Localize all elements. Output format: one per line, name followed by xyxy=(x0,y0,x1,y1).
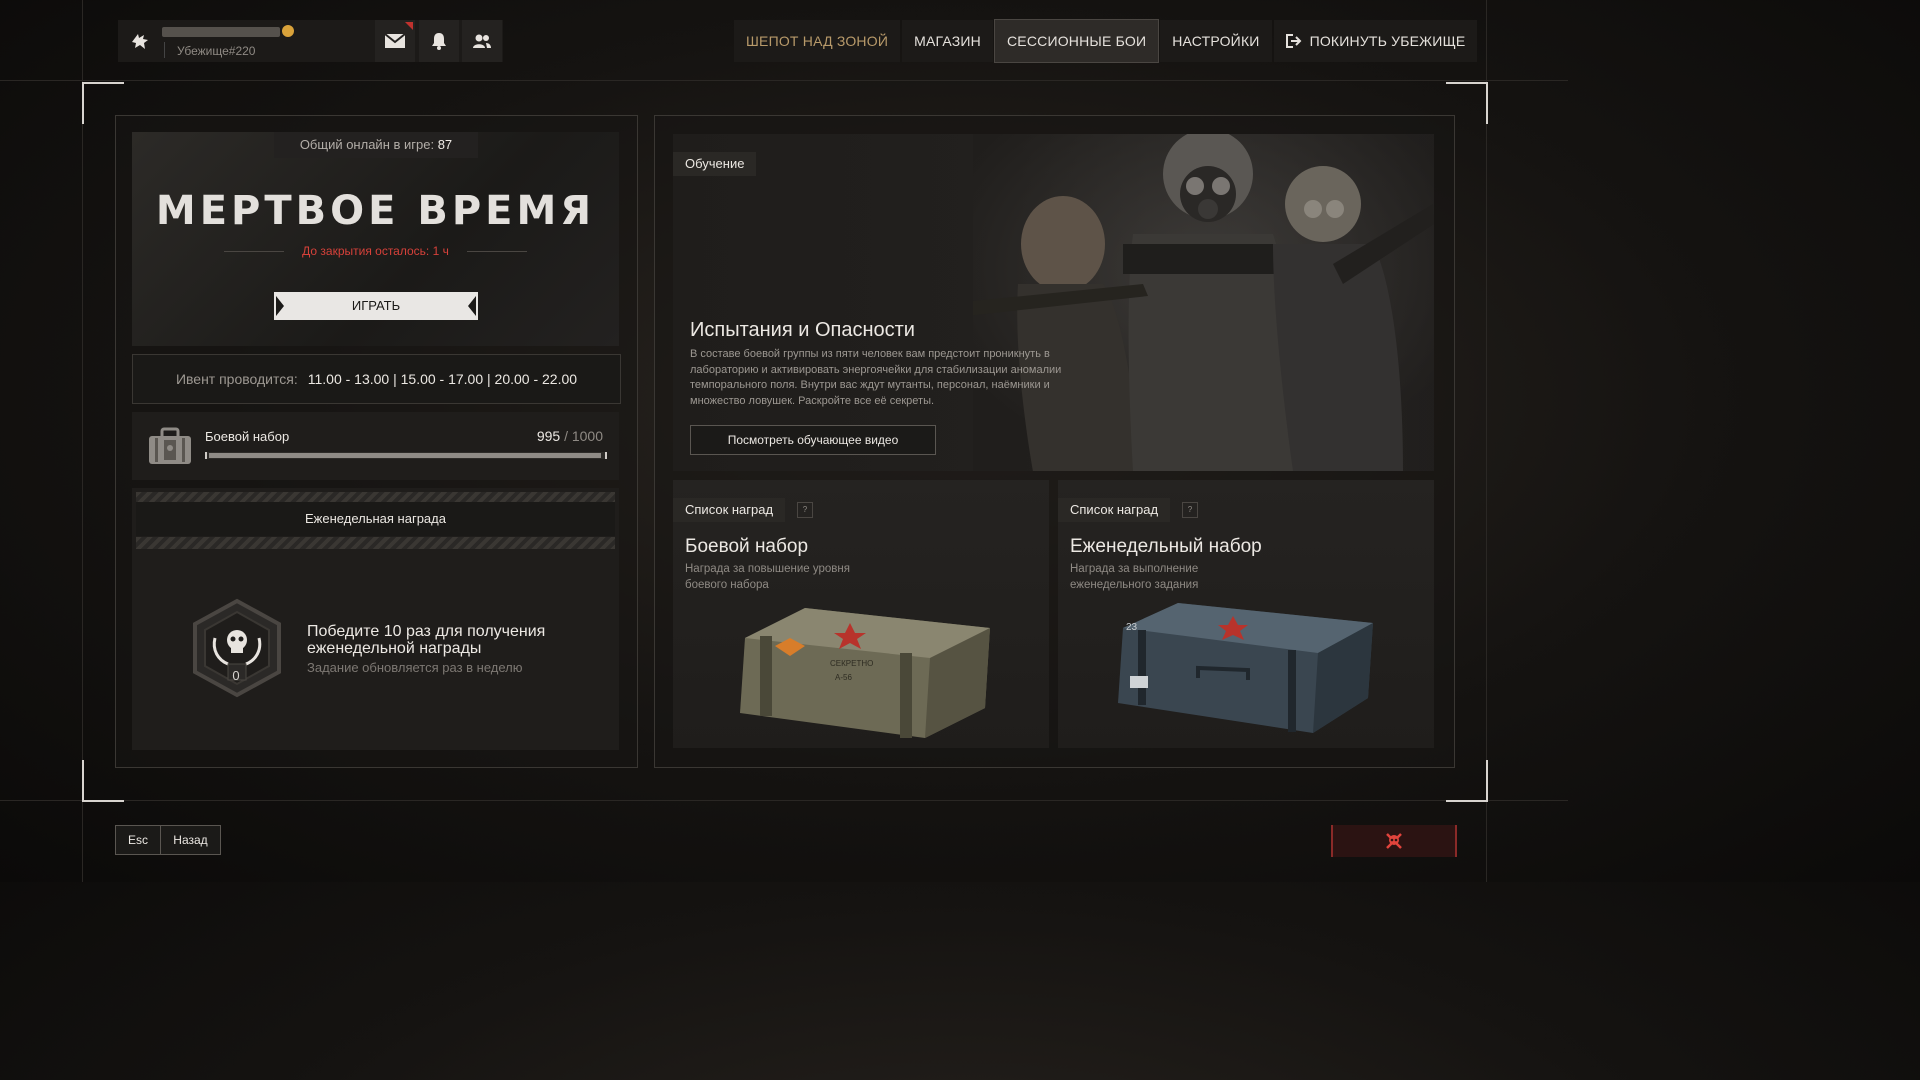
crate-code: А-56 xyxy=(835,673,852,682)
right-divider xyxy=(1486,0,1487,882)
reward-card-battle-kit: Список наград ? Боевой набор Награда за … xyxy=(673,480,1049,748)
skull-wreath-badge-icon xyxy=(193,598,281,698)
event-schedule: Ивент проводится: 11.00 - 13.00 | 15.00 … xyxy=(132,354,621,404)
main-nav: ШЕПОТ НАД ЗОНОЙ МАГАЗИН СЕССИОННЫЕ БОИ Н… xyxy=(734,19,1478,63)
online-counter: Общий онлайн в игре: 87 xyxy=(274,132,478,158)
battle-kit-bar-fill xyxy=(209,453,602,458)
briefcase-icon xyxy=(149,427,191,464)
bottom-divider xyxy=(0,800,1568,801)
friends-button[interactable] xyxy=(462,20,502,62)
rank-badge-icon xyxy=(282,25,294,37)
battle-kit-sep: / xyxy=(564,428,568,444)
military-crate-image: СЕКРЕТНО А-56 xyxy=(740,608,990,738)
weekly-task-note: Задание обновляется раз в неделю xyxy=(307,660,523,675)
weekly-reward-title: Еженедельная награда xyxy=(136,502,615,536)
reward-description: Награда за повышение уровня боевого набо… xyxy=(685,563,850,591)
play-button[interactable]: ИГРАТЬ xyxy=(274,292,478,320)
shelter-id: Убежище#220 xyxy=(177,44,256,58)
tutorial-card: Обучение Испытания и Опасности В составе… xyxy=(673,134,1434,471)
left-divider xyxy=(82,0,83,882)
notifications-button[interactable] xyxy=(419,20,459,62)
reward-list-tag[interactable]: Список наград xyxy=(1058,498,1171,522)
weekly-win-count: 0 xyxy=(232,668,240,683)
help-icon[interactable]: ? xyxy=(1182,502,1198,518)
weekly-task: Победите 10 раз для получения еженедельн… xyxy=(307,623,546,657)
nav-leave-shelter-label: ПОКИНУТЬ УБЕЖИЩЕ xyxy=(1309,33,1466,49)
schedule-value: 11.00 - 13.00 | 15.00 - 17.00 | 20.00 - … xyxy=(307,371,578,387)
closing-timer: До закрытия осталось: 1 ч xyxy=(302,244,449,258)
friends-icon xyxy=(473,34,491,48)
tutorial-title: Испытания и Опасности xyxy=(690,319,915,341)
nav-session-battles[interactable]: СЕССИОННЫЕ БОИ xyxy=(993,19,1160,63)
event-hero: Общий онлайн в игре: 87 МЕРТВОЕ ВРЕМЯ До… xyxy=(132,132,619,346)
surrender-button[interactable] xyxy=(1331,825,1457,857)
top-divider xyxy=(0,80,1568,81)
nav-settings[interactable]: НАСТРОЙКИ xyxy=(1160,20,1272,62)
battle-kit-current: 995 xyxy=(536,428,561,444)
mail-unread-indicator xyxy=(405,22,413,30)
tutorial-description: В составе боевой группы из пяти человек … xyxy=(690,348,1062,407)
steel-case-image: 23 xyxy=(1118,603,1373,733)
profile-bar: Убежище#220 xyxy=(118,20,503,62)
help-icon[interactable]: ? xyxy=(797,502,813,518)
battle-kit-label: Боевой набор xyxy=(205,429,290,444)
online-count: 87 xyxy=(437,137,453,152)
online-label: Общий онлайн в игре: xyxy=(299,137,435,152)
reward-list-tag[interactable]: Список наград xyxy=(673,498,786,522)
back-button[interactable]: Назад xyxy=(160,825,221,855)
reward-title: Еженедельный набор xyxy=(1070,536,1262,557)
weekly-reward: Еженедельная награда 0 Победите 10 раз д… xyxy=(132,488,619,750)
battle-kit-progress: Боевой набор 995 / 1000 xyxy=(132,412,619,480)
mail-icon xyxy=(384,33,406,48)
mail-button[interactable] xyxy=(375,20,415,62)
bell-icon xyxy=(432,33,446,50)
esc-key-button[interactable]: Esc xyxy=(115,825,161,855)
tutorial-tag: Обучение xyxy=(673,152,757,176)
case-number: 23 xyxy=(1126,622,1138,633)
hazard-stripe xyxy=(136,537,615,549)
profile-separator xyxy=(164,42,165,58)
reward-title: Боевой набор xyxy=(685,536,809,557)
reward-card-weekly-kit: Список наград ? Еженедельный набор Награ… xyxy=(1058,480,1434,748)
reward-description: Награда за выполнение еженедельного зада… xyxy=(1070,563,1199,591)
nav-leave-shelter[interactable]: ПОКИНУТЬ УБЕЖИЩЕ xyxy=(1273,20,1478,62)
event-title: МЕРТВОЕ ВРЕМЯ xyxy=(155,188,596,234)
crate-label: СЕКРЕТНО xyxy=(830,659,873,668)
skull-crossbones-icon xyxy=(1386,833,1402,849)
schedule-label: Ивент проводится: xyxy=(175,371,298,387)
watch-tutorial-video-button[interactable]: Посмотреть обучающее видео xyxy=(690,425,936,455)
wolf-icon[interactable] xyxy=(118,20,162,62)
nav-shop[interactable]: МАГАЗИН xyxy=(902,20,993,62)
exit-icon xyxy=(1285,34,1301,48)
battle-kit-bar xyxy=(205,452,607,459)
battle-kit-max: 1000 xyxy=(571,428,603,444)
player-name-redacted xyxy=(162,27,280,37)
battle-kit-count: 995 / 1000 xyxy=(537,428,603,444)
nav-whisper-over-zone[interactable]: ШЕПОТ НАД ЗОНОЙ xyxy=(734,20,901,62)
soldiers-artwork xyxy=(973,134,1434,471)
